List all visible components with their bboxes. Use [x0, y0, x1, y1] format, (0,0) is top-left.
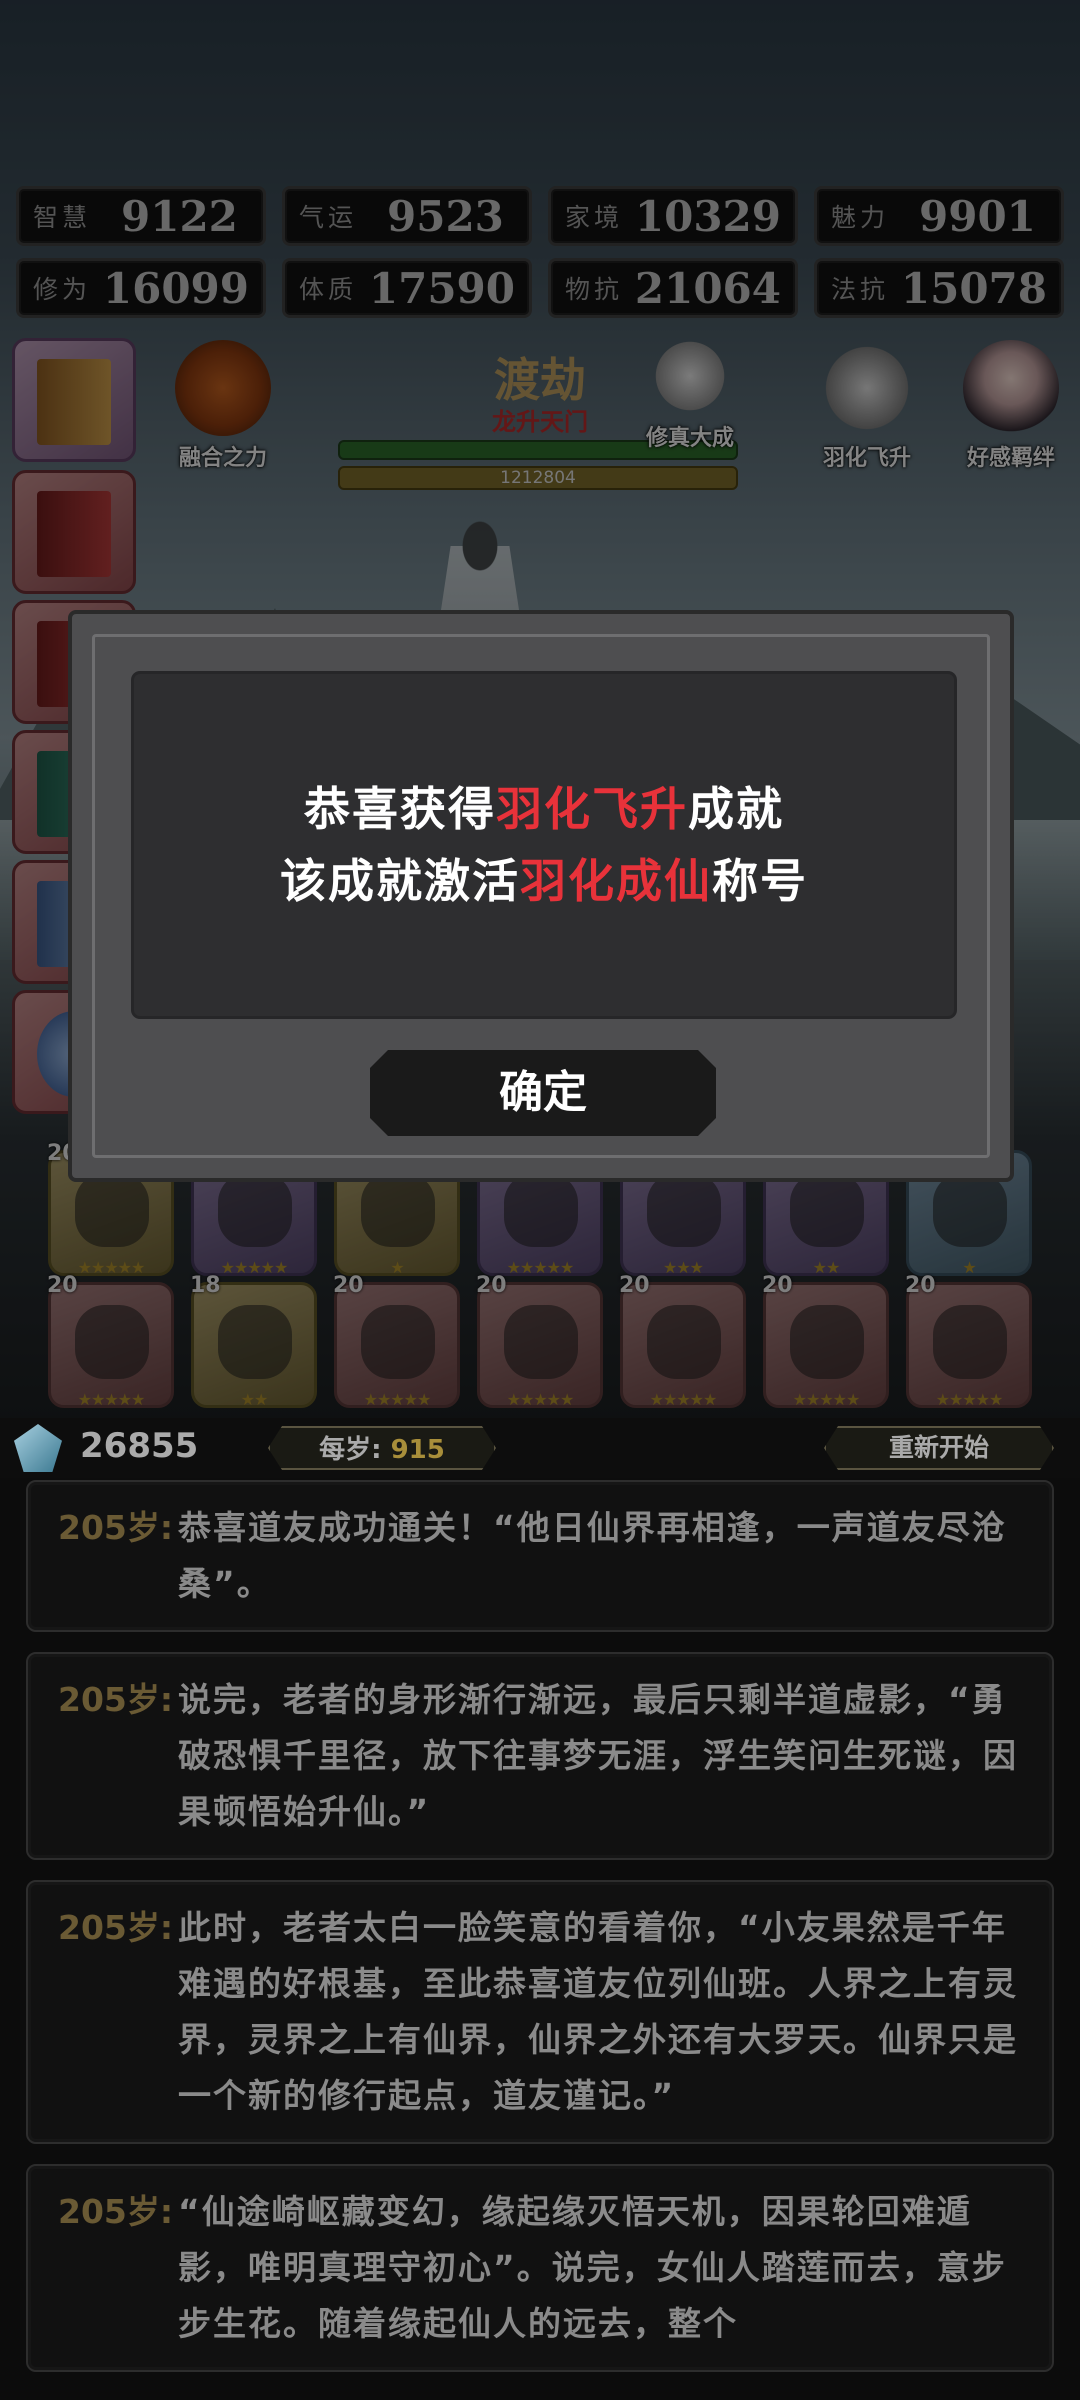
achievement-dialog: 恭喜获得羽化飞升成就 该成就激活羽化成仙称号 确定: [68, 610, 1014, 1182]
achievement-line: 恭喜获得羽化飞升成就: [304, 782, 784, 836]
title-line: 该成就激活羽化成仙称号: [280, 854, 808, 908]
restart-button[interactable]: 重新开始: [824, 1426, 1054, 1470]
confirm-button[interactable]: 确定: [370, 1050, 716, 1136]
dialog-message-panel: 恭喜获得羽化飞升成就 该成就激活羽化成仙称号: [134, 674, 954, 1016]
gem-count: 26855: [80, 1426, 199, 1466]
log-entry: 205岁: “仙途崎岖藏变幻，缘起缘灭悟天机，因果轮回难遁影，唯明真理守初心”。…: [26, 2164, 1054, 2372]
event-log[interactable]: 205岁: 恭喜道友成功通关！“他日仙界再相逢，一声道友尽沧桑”。 205岁: …: [26, 1480, 1054, 2392]
resource-bar: 26855 每岁: 915 重新开始: [0, 1418, 1080, 1478]
achievement-name: 羽化飞升: [496, 782, 688, 836]
log-entry: 205岁: 此时，老者太白一脸笑意的看着你，“小友果然是千年难遇的好根基，至此恭…: [26, 1880, 1054, 2144]
per-age-income: 每岁: 915: [268, 1426, 496, 1470]
log-entry: 205岁: 说完，老者的身形渐行渐远，最后只剩半道虚影，“勇破恐惧千里径，放下往…: [26, 1652, 1054, 1860]
gem-icon: [14, 1424, 62, 1472]
log-entry: 205岁: 恭喜道友成功通关！“他日仙界再相逢，一声道友尽沧桑”。: [26, 1480, 1054, 1632]
title-name: 羽化成仙: [520, 854, 712, 908]
